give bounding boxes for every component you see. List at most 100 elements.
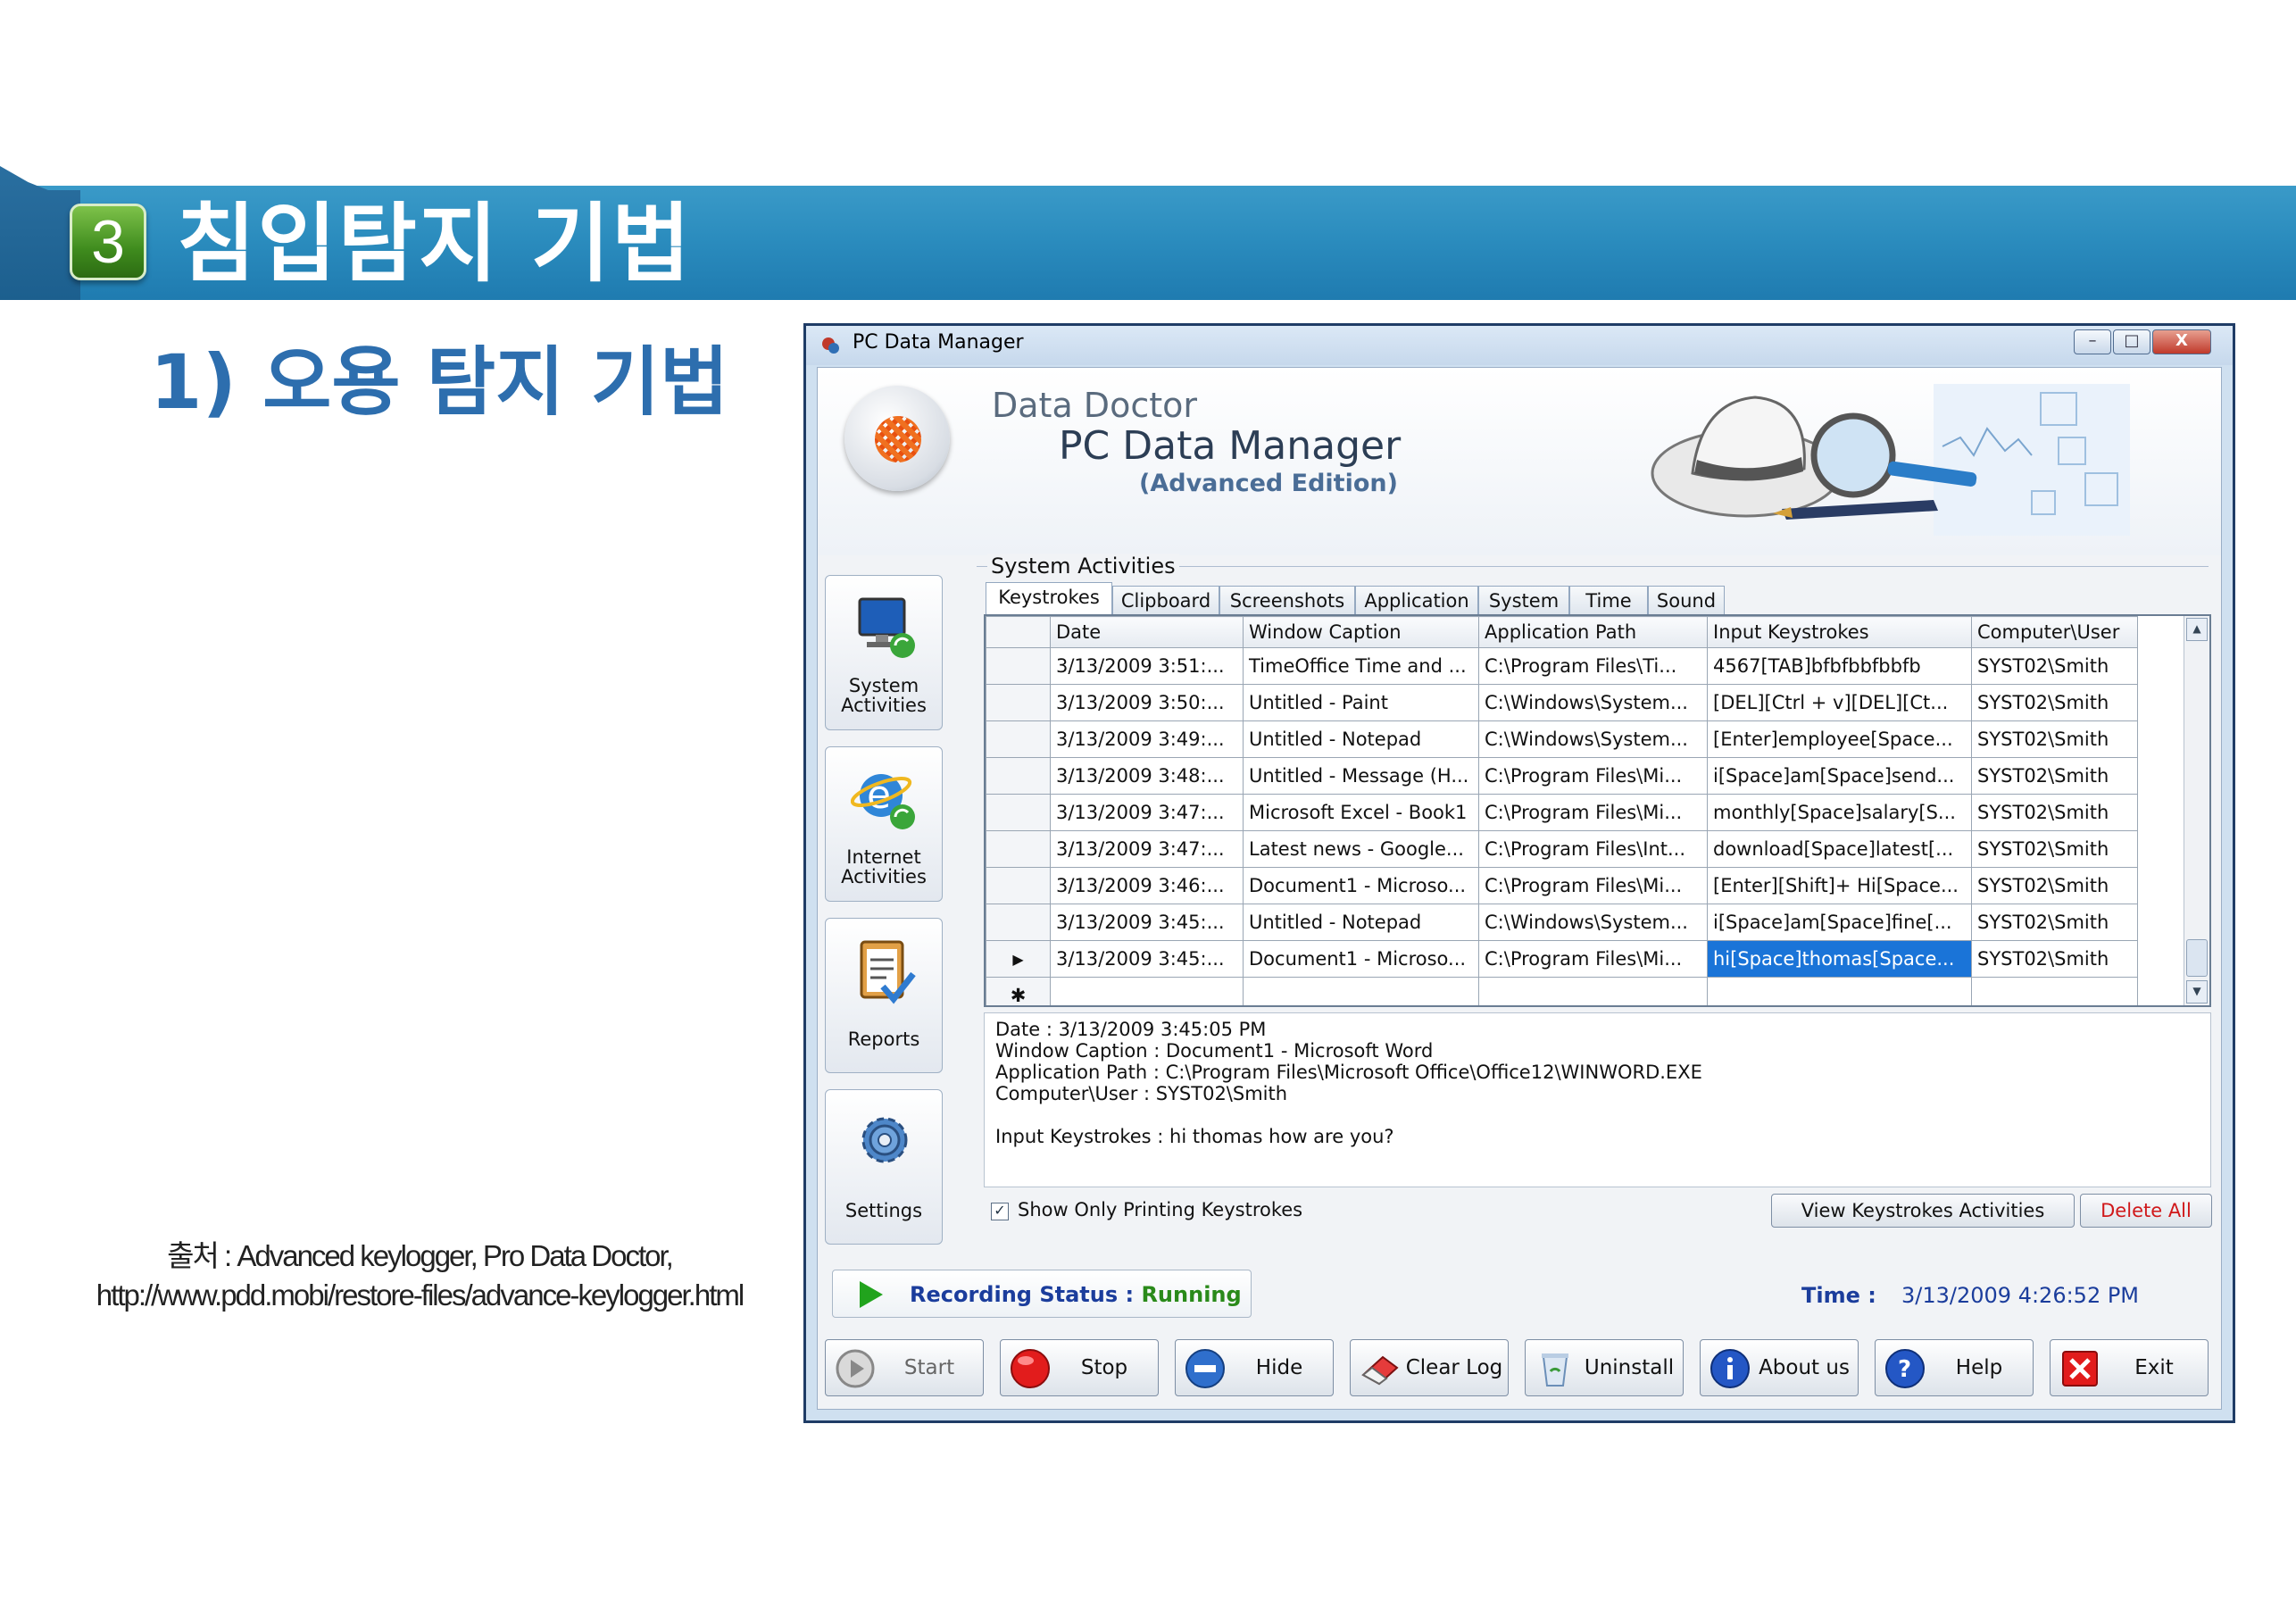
cell-date: 3/13/2009 3:45:...: [1050, 940, 1244, 978]
cell-input-keystrokes: 4567[TAB]bfbfbbfbbfb: [1707, 647, 1972, 685]
uninstall-button[interactable]: Uninstall: [1525, 1339, 1684, 1396]
app-icon: [822, 337, 839, 354]
tab-sound[interactable]: Sound: [1648, 586, 1725, 614]
sidebar-item-internet-activities[interactable]: e Internet Activities: [825, 746, 943, 902]
tab-application[interactable]: Application: [1355, 586, 1478, 614]
show-printing-checkbox[interactable]: ✓: [991, 1203, 1009, 1220]
time-value: 3/13/2009 4:26:52 PM: [1901, 1283, 2140, 1308]
column-header-application-path[interactable]: Application Path: [1478, 616, 1708, 648]
current-row-marker[interactable]: ▶: [986, 940, 1051, 978]
delete-all-button[interactable]: Delete All: [2080, 1194, 2212, 1228]
cell-date: 3/13/2009 3:47:...: [1050, 794, 1244, 831]
internet-explorer-icon: e: [851, 772, 915, 829]
column-header-window-caption[interactable]: Window Caption: [1243, 616, 1479, 648]
cell-application-path: C:\Program Files\Mi...: [1478, 940, 1708, 978]
cell-window-caption: Document1 - Microso...: [1243, 940, 1479, 978]
play-icon: [836, 1349, 875, 1388]
detail-date: Date : 3/13/2009 3:45:05 PM: [995, 1019, 1267, 1040]
tab-keystrokes[interactable]: Keystrokes: [986, 582, 1112, 616]
cell-application-path: C:\Windows\System...: [1478, 720, 1708, 758]
table-row[interactable]: 3/13/2009 3:47:... Latest news - Google..…: [986, 830, 2138, 868]
table-row[interactable]: 3/13/2009 3:45:... Untitled - Notepad C:\W…: [986, 904, 2138, 941]
table-row[interactable]: 3/13/2009 3:48:... Untitled - Message (H.…: [986, 757, 2138, 795]
column-header-date[interactable]: Date: [1050, 616, 1244, 648]
svg-text:?: ?: [1898, 1356, 1911, 1383]
row-selector[interactable]: [986, 684, 1051, 721]
cell-input-keystrokes: [DEL][Ctrl + v][DEL][Ct...: [1707, 684, 1972, 721]
row-selector[interactable]: [986, 757, 1051, 795]
tab-system[interactable]: System: [1478, 586, 1569, 614]
cell-input-keystrokes: i[Space]am[Space]send...: [1707, 757, 1972, 795]
scroll-down-arrow-icon[interactable]: ▼: [2186, 980, 2208, 1004]
recording-status-value: Running: [1141, 1282, 1242, 1307]
row-selector[interactable]: [986, 794, 1051, 831]
exit-icon: [2062, 1351, 2098, 1387]
row-selector[interactable]: [986, 830, 1051, 868]
start-button[interactable]: Start: [825, 1339, 984, 1396]
row-selector[interactable]: [986, 647, 1051, 685]
source-line-2: http://www.pdd.mobi/restore-files/advanc…: [96, 1278, 745, 1312]
table-row[interactable]: 3/13/2009 3:46:... Document1 - Microso...…: [986, 867, 2138, 904]
recycle-bin-icon: [1542, 1353, 1568, 1387]
cell-computer-user: SYST02\Smith: [1971, 867, 2138, 904]
recording-status-box: Recording Status : Running: [832, 1270, 1252, 1318]
app-header: Data Doctor PC Data Manager (Advanced Ed…: [818, 368, 2221, 555]
cell-computer-user: SYST02\Smith: [1971, 940, 2138, 978]
table-row[interactable]: 3/13/2009 3:51:... TimeOffice Time and ..…: [986, 647, 2138, 685]
cell-window-caption: TimeOffice Time and ...: [1243, 647, 1479, 685]
row-selector[interactable]: [986, 720, 1051, 758]
edition-label: (Advanced Edition): [1139, 470, 1398, 497]
clear-log-button[interactable]: Clear Log: [1350, 1339, 1509, 1396]
about-us-button[interactable]: About us: [1700, 1339, 1859, 1396]
start-button-label: Start: [903, 1356, 955, 1379]
keystroke-detail-panel[interactable]: Date : 3/13/2009 3:45:05 PM Window Capti…: [984, 1012, 2211, 1187]
table-row[interactable]: 3/13/2009 3:49:... Untitled - Notepad C:\W…: [986, 720, 2138, 758]
table-header-row: Date Window Caption Application Path Inp…: [986, 616, 2138, 648]
sidebar-item-reports[interactable]: Reports: [825, 918, 943, 1073]
maximize-button[interactable]: □: [2113, 329, 2150, 354]
scroll-up-arrow-icon[interactable]: ▲: [2186, 618, 2208, 641]
exit-button[interactable]: Exit: [2050, 1339, 2209, 1396]
row-header-corner: [986, 616, 1051, 648]
cell-input-keystrokes-selected[interactable]: hi[Space]thomas[Space...: [1707, 940, 1972, 978]
cell-date: 3/13/2009 3:48:...: [1050, 757, 1244, 795]
table-row[interactable]: 3/13/2009 3:50:... Untitled - Paint C:\Win…: [986, 684, 2138, 721]
cell-application-path: C:\Program Files\Mi...: [1478, 757, 1708, 795]
tab-time[interactable]: Time: [1569, 586, 1648, 614]
sidebar-item-system-activities[interactable]: System Activities: [825, 575, 943, 730]
table-row-current[interactable]: ▶ 3/13/2009 3:45:... Document1 - Microso..…: [986, 940, 2138, 978]
stop-icon: [1011, 1349, 1050, 1388]
table-new-row[interactable]: ✱: [986, 977, 2138, 1005]
new-row-marker[interactable]: ✱: [986, 977, 1051, 1005]
help-button-label: Help: [1955, 1356, 2003, 1379]
sidebar-item-settings[interactable]: Settings: [825, 1089, 943, 1245]
keystrokes-grid[interactable]: Date Window Caption Application Path Inp…: [984, 614, 2211, 1007]
column-header-computer-user[interactable]: Computer\User: [1971, 616, 2138, 648]
play-icon: [860, 1281, 883, 1308]
cell-computer-user: SYST02\Smith: [1971, 830, 2138, 868]
source-citation: 출처 : Advanced keylogger, Pro Data Doctor…: [80, 1237, 759, 1315]
tab-clipboard[interactable]: Clipboard: [1112, 586, 1219, 614]
close-button[interactable]: X: [2152, 329, 2211, 354]
group-title: System Activities: [987, 554, 1179, 579]
cell-date: 3/13/2009 3:50:...: [1050, 684, 1244, 721]
window-titlebar[interactable]: PC Data Manager – □ X: [806, 326, 2233, 365]
cell-date: 3/13/2009 3:46:...: [1050, 867, 1244, 904]
row-selector[interactable]: [986, 904, 1051, 941]
cell-computer-user: SYST02\Smith: [1971, 684, 2138, 721]
help-button[interactable]: ? Help: [1875, 1339, 2034, 1396]
view-keystrokes-activities-button[interactable]: View Keystrokes Activities: [1771, 1194, 2075, 1228]
grid-vertical-scrollbar[interactable]: ▲ ▼: [2184, 616, 2209, 1005]
row-selector[interactable]: [986, 867, 1051, 904]
exit-button-label: Exit: [2134, 1356, 2174, 1379]
tab-screenshots[interactable]: Screenshots: [1219, 586, 1355, 614]
hide-button[interactable]: Hide: [1175, 1339, 1334, 1396]
stop-button[interactable]: Stop: [1000, 1339, 1159, 1396]
cell-input-keystrokes: i[Space]am[Space]fine[...: [1707, 904, 1972, 941]
column-header-input-keystrokes[interactable]: Input Keystrokes: [1707, 616, 1972, 648]
scroll-thumb[interactable]: [2186, 939, 2208, 977]
table-row[interactable]: 3/13/2009 3:47:... Microsoft Excel - Book…: [986, 794, 2138, 831]
minimize-button[interactable]: –: [2074, 329, 2111, 354]
detail-application-path: Application Path : C:\Program Files\Micr…: [995, 1062, 1702, 1083]
sidebar-item-label: Internet Activities: [841, 846, 927, 887]
